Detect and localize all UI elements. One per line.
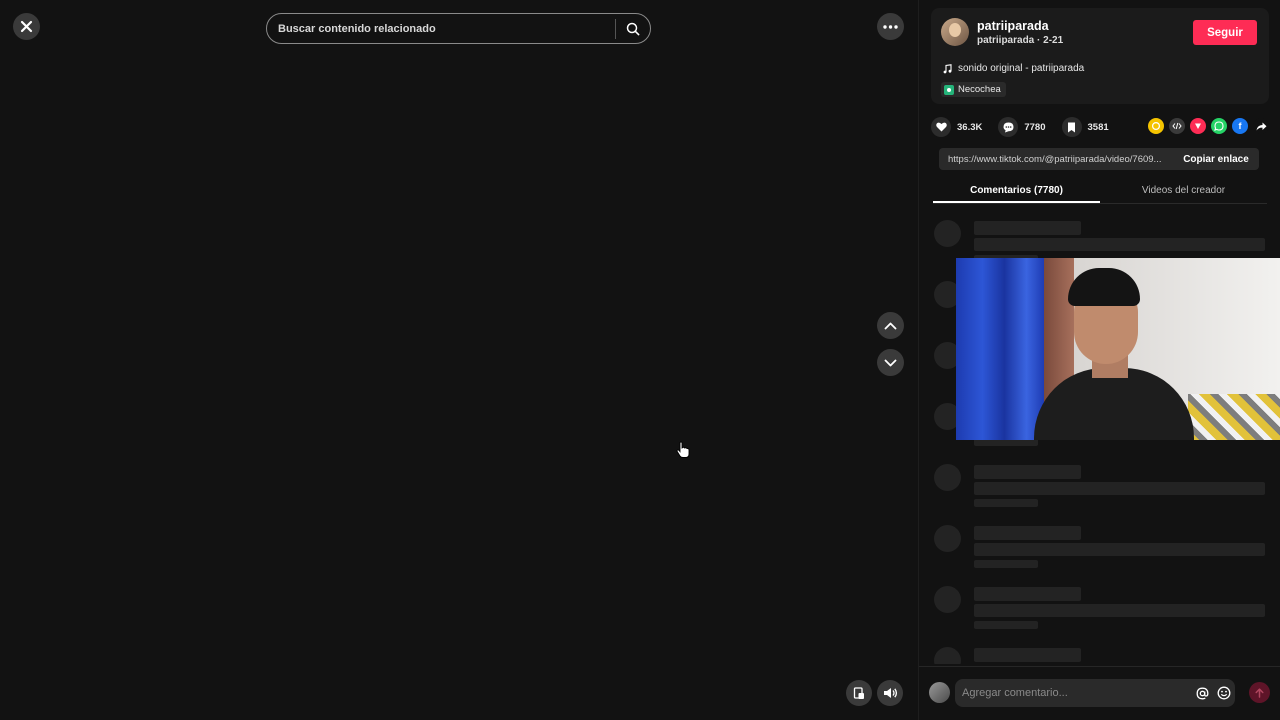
comment-skeleton <box>933 580 1267 641</box>
bookmark-icon <box>1061 117 1082 137</box>
previous-video-button[interactable] <box>877 312 904 339</box>
send-icon[interactable] <box>1190 118 1206 134</box>
comment-icon <box>998 117 1019 137</box>
music-note-icon <box>943 63 952 73</box>
volume-button[interactable] <box>877 680 903 706</box>
close-button[interactable] <box>13 13 40 40</box>
search-box[interactable] <box>266 13 651 44</box>
copy-link-button[interactable]: Copiar enlace <box>1173 148 1259 170</box>
search-button[interactable] <box>616 14 650 43</box>
video-player[interactable] <box>0 0 918 720</box>
panel-tabs: Comentarios (7780) Videos del creador <box>933 178 1267 204</box>
heart-icon <box>931 117 951 137</box>
whatsapp-icon[interactable] <box>1211 118 1227 134</box>
share-arrow-icon[interactable] <box>1253 118 1269 134</box>
like-count: 36.3K <box>957 121 983 133</box>
save-button[interactable]: 3581 <box>1061 117 1109 137</box>
volume-icon <box>883 688 897 698</box>
at-sign-icon <box>1196 687 1208 699</box>
user-avatar <box>929 682 950 703</box>
more-dots-icon <box>883 24 898 29</box>
next-video-button[interactable] <box>877 349 904 376</box>
webcam-overlay <box>956 258 1280 440</box>
author-avatar[interactable] <box>941 18 969 46</box>
hand-cursor-icon <box>676 441 690 458</box>
follow-button[interactable]: Seguir <box>1193 20 1257 45</box>
chevron-up-icon <box>884 322 897 329</box>
smiley-icon <box>1217 686 1231 700</box>
mention-button[interactable] <box>1191 682 1213 704</box>
comment-input-box[interactable] <box>955 679 1235 707</box>
video-url[interactable]: https://www.tiktok.com/@patriiparada/vid… <box>939 154 1173 165</box>
comment-skeleton <box>933 458 1267 519</box>
author-name[interactable]: patriiparada <box>977 19 1049 33</box>
embed-icon[interactable] <box>1169 118 1185 134</box>
picture-in-picture-button[interactable] <box>846 680 872 706</box>
facebook-icon[interactable]: f <box>1232 118 1248 134</box>
chevron-down-icon <box>884 359 897 366</box>
search-icon <box>626 22 640 35</box>
author-card: patriiparada patriiparada · 2-21 Seguir … <box>931 8 1269 104</box>
comment-input[interactable] <box>955 687 1191 699</box>
save-count: 3581 <box>1087 121 1109 133</box>
comment-button[interactable]: 7780 <box>998 117 1046 137</box>
search-input[interactable] <box>267 14 615 43</box>
arrow-up-icon <box>1255 687 1264 698</box>
share-icons: f <box>1148 118 1269 134</box>
floating-player-icon <box>853 686 864 699</box>
comment-skeleton <box>933 641 1267 664</box>
more-options-button[interactable] <box>877 13 904 40</box>
location-name: Necochea <box>958 84 1001 95</box>
tab-creator-videos[interactable]: Videos del creador <box>1100 178 1267 203</box>
like-button[interactable]: 36.3K <box>931 117 982 137</box>
sound-name: sonido original - patriiparada <box>958 63 1085 74</box>
coin-icon[interactable] <box>1148 118 1164 134</box>
comment-skeleton <box>933 519 1267 580</box>
post-comment-button[interactable] <box>1249 682 1270 703</box>
close-icon <box>20 20 33 33</box>
emoji-button[interactable] <box>1213 682 1235 704</box>
comment-count: 7780 <box>1024 121 1046 133</box>
actions-bar: 36.3K 7780 3581 f <box>931 116 1269 138</box>
location-pin-icon <box>944 84 954 95</box>
author-meta: patriiparada · 2-21 <box>977 35 1064 46</box>
sound-row[interactable]: sonido original - patriiparada <box>943 63 1084 74</box>
copy-link-box: https://www.tiktok.com/@patriiparada/vid… <box>939 148 1259 170</box>
comment-composer <box>919 666 1280 720</box>
location-tag[interactable]: Necochea <box>941 82 1006 97</box>
tab-comments[interactable]: Comentarios (7780) <box>933 178 1100 203</box>
